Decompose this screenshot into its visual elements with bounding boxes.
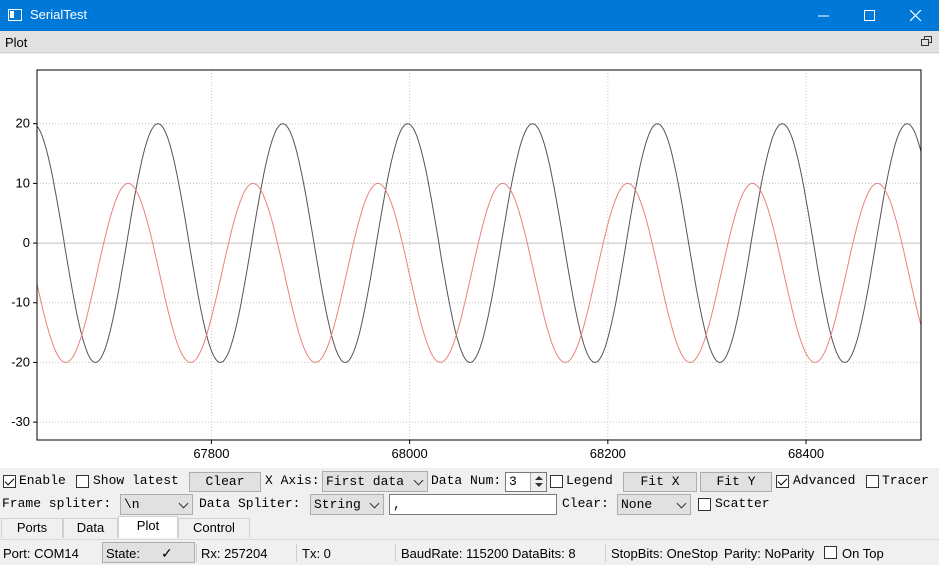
- maximize-button[interactable]: [847, 0, 893, 31]
- on-top-checkbox[interactable]: [824, 546, 837, 559]
- chevron-down-icon: [369, 498, 380, 509]
- y-tick-label: 20: [16, 116, 30, 131]
- bottom-tab-bar: Ports Data Plot Control: [0, 516, 939, 538]
- clear-mode-value: None: [621, 497, 653, 512]
- enable-label: Enable: [19, 473, 66, 488]
- legend-checkbox[interactable]: [550, 475, 563, 488]
- y-tick-label: 10: [16, 175, 30, 190]
- y-tick-label: -30: [11, 414, 30, 429]
- show-latest-checkbox[interactable]: [76, 475, 89, 488]
- title-bar: SerialTest: [0, 0, 939, 31]
- x-tick-label: 68000: [392, 446, 428, 461]
- clear-button[interactable]: Clear: [189, 472, 261, 492]
- x-axis-combo[interactable]: First data: [322, 471, 428, 492]
- tracer-label: Tracer: [882, 473, 929, 488]
- tx-count: Tx: 0: [302, 546, 331, 561]
- clear-mode-combo[interactable]: None: [617, 494, 691, 515]
- checkmark-icon: ✓: [161, 545, 173, 561]
- port-status: Port: COM14: [3, 546, 79, 561]
- app-icon: [8, 9, 22, 21]
- clear-mode-label: Clear:: [562, 496, 609, 511]
- data-num-label: Data Num:: [431, 473, 502, 488]
- data-splitter-label: Data Spliter:: [199, 496, 301, 511]
- tracer-checkbox[interactable]: [866, 475, 879, 488]
- data-splitter-mode-value: String: [314, 497, 361, 512]
- data-num-value: 3: [509, 474, 517, 489]
- parity: Parity: NoParity: [724, 546, 815, 561]
- advanced-label: Advanced: [793, 473, 856, 488]
- state-button[interactable]: State: ✓: [102, 542, 195, 563]
- fit-x-button[interactable]: Fit X: [623, 472, 697, 492]
- frame-splitter-label: Frame spliter:: [2, 496, 112, 511]
- data-splitter-input-value: ,: [393, 497, 401, 512]
- float-dock-icon[interactable]: [921, 36, 933, 48]
- y-tick-label: -20: [11, 354, 30, 369]
- dock-title-label: Plot: [5, 35, 28, 50]
- enable-checkbox[interactable]: [3, 475, 16, 488]
- plot-dock-title: Plot: [0, 31, 939, 53]
- status-divider: [296, 544, 297, 562]
- advanced-checkbox[interactable]: [776, 475, 789, 488]
- fit-y-button[interactable]: Fit Y: [700, 472, 772, 492]
- x-axis-value: First data: [326, 474, 405, 489]
- window-title: SerialTest: [30, 7, 88, 22]
- close-icon: [910, 10, 922, 22]
- chevron-down-icon: [676, 498, 687, 509]
- data-num-spinbox[interactable]: 3: [505, 472, 547, 492]
- baud-rate: BaudRate: 115200: [401, 546, 509, 561]
- frame-splitter-combo[interactable]: \n: [120, 494, 193, 515]
- plot-frame: [36, 69, 922, 441]
- tab-control[interactable]: Control: [178, 518, 250, 538]
- status-divider: [605, 544, 606, 562]
- data-splitter-mode-combo[interactable]: String: [310, 494, 384, 515]
- y-tick-label: 0: [23, 235, 30, 250]
- line-chart[interactable]: 67800 68000 68200 68400 20 10 0 -10 -20 -30: [0, 54, 939, 468]
- scatter-checkbox[interactable]: [698, 498, 711, 511]
- tab-data[interactable]: Data: [63, 518, 118, 538]
- minimize-icon: [818, 15, 829, 17]
- chevron-down-icon: [413, 475, 424, 486]
- show-latest-label: Show latest: [93, 473, 179, 488]
- frame-splitter-value: \n: [124, 497, 140, 512]
- scatter-label: Scatter: [715, 496, 770, 511]
- x-tick-label: 68400: [788, 446, 824, 461]
- chevron-down-icon: [178, 498, 189, 509]
- x-axis-label: X Axis:: [265, 473, 320, 488]
- status-divider: [395, 544, 396, 562]
- on-top-label: On Top: [842, 546, 884, 561]
- stop-bits: StopBits: OneStop: [611, 546, 718, 561]
- rx-count: Rx: 257204: [201, 546, 268, 561]
- minimize-button[interactable]: [801, 0, 847, 31]
- data-splitter-input[interactable]: ,: [389, 494, 557, 515]
- x-tick-label: 68200: [590, 446, 626, 461]
- spin-arrows-icon[interactable]: [530, 473, 546, 491]
- status-bar: Port: COM14 State: ✓ Rx: 257204 Tx: 0 Ba…: [0, 539, 939, 565]
- state-label: State:: [106, 546, 140, 561]
- tab-plot[interactable]: Plot: [118, 516, 178, 538]
- x-tick-label: 67800: [193, 446, 229, 461]
- status-divider: [196, 544, 197, 562]
- data-bits: DataBits: 8: [512, 546, 576, 561]
- close-button[interactable]: [893, 0, 939, 31]
- legend-label: Legend: [566, 473, 613, 488]
- y-tick-label: -10: [11, 295, 30, 310]
- maximize-icon: [864, 10, 875, 21]
- plot-area[interactable]: 67800 68000 68200 68400 20 10 0 -10 -20 -30: [0, 54, 939, 468]
- tab-ports[interactable]: Ports: [1, 518, 63, 538]
- series-line-2: [36, 182, 922, 363]
